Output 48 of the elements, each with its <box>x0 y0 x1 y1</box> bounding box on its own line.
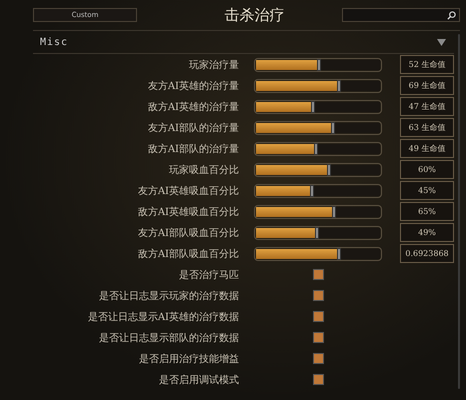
setting-label: 敌方AI部队的治疗量 <box>146 142 239 156</box>
checkbox[interactable] <box>312 290 324 301</box>
search-field[interactable] <box>342 8 460 22</box>
setting-label: 是否启用调试模式 <box>158 374 239 386</box>
value-field[interactable]: 52 生命值 <box>400 55 454 74</box>
checkbox[interactable] <box>312 311 324 322</box>
section-header[interactable]: Misc <box>33 31 454 54</box>
value-field[interactable]: 60% <box>400 160 454 179</box>
checkbox[interactable] <box>312 353 324 364</box>
value-field[interactable]: 0.6923868 <box>400 244 454 263</box>
setting-label: 是否让日志显示AI英雄的治疗数据 <box>86 310 239 324</box>
slider[interactable] <box>256 102 380 112</box>
scrollbar[interactable] <box>458 34 460 389</box>
value-field[interactable]: 47 生命值 <box>400 97 454 116</box>
checkbox[interactable] <box>312 374 324 385</box>
value-field[interactable]: 65% <box>400 202 454 221</box>
slider[interactable] <box>256 144 380 154</box>
setting-label: 玩家吸血百分比 <box>168 164 239 176</box>
collapse-icon <box>437 38 446 46</box>
slider[interactable] <box>256 248 380 258</box>
value-field[interactable]: 45% <box>400 181 454 200</box>
slider[interactable] <box>256 228 380 238</box>
slider[interactable] <box>256 164 380 174</box>
search-icon <box>447 10 456 20</box>
setting-label: 是否让日志显示部队的治疗数据 <box>98 332 239 344</box>
setting-label: 是否让日志显示玩家的治疗数据 <box>98 290 239 302</box>
slider[interactable] <box>256 122 380 132</box>
slider[interactable] <box>256 60 380 70</box>
checkbox[interactable] <box>312 332 324 343</box>
setting-label: 友方AI部队吸血百分比 <box>136 226 239 240</box>
slider[interactable] <box>256 80 380 90</box>
slider[interactable] <box>256 186 380 196</box>
value-field[interactable]: 49 生命值 <box>400 139 454 158</box>
setting-label: 敌方AI英雄的治疗量 <box>146 100 239 114</box>
value-field[interactable]: 69 生命值 <box>400 76 454 95</box>
checkbox[interactable] <box>312 269 324 280</box>
setting-label: 是否启用治疗技能增益 <box>138 352 239 366</box>
value-field[interactable]: 63 生命值 <box>400 118 454 137</box>
slider[interactable] <box>256 206 380 216</box>
setting-label: 友方AI部队的治疗量 <box>146 122 239 134</box>
setting-label: 友方AI英雄吸血百分比 <box>136 184 239 198</box>
setting-label: 玩家治疗量 <box>188 58 239 72</box>
setting-label: 敌方AI部队吸血百分比 <box>136 248 239 260</box>
setting-label: 敌方AI英雄吸血百分比 <box>136 206 239 218</box>
setting-label: 友方AI英雄的治疗量 <box>146 80 239 92</box>
setting-label: 是否治疗马匹 <box>178 268 239 282</box>
page-title: 击杀治疗 <box>224 6 286 24</box>
value-field[interactable]: 49% <box>400 223 454 242</box>
